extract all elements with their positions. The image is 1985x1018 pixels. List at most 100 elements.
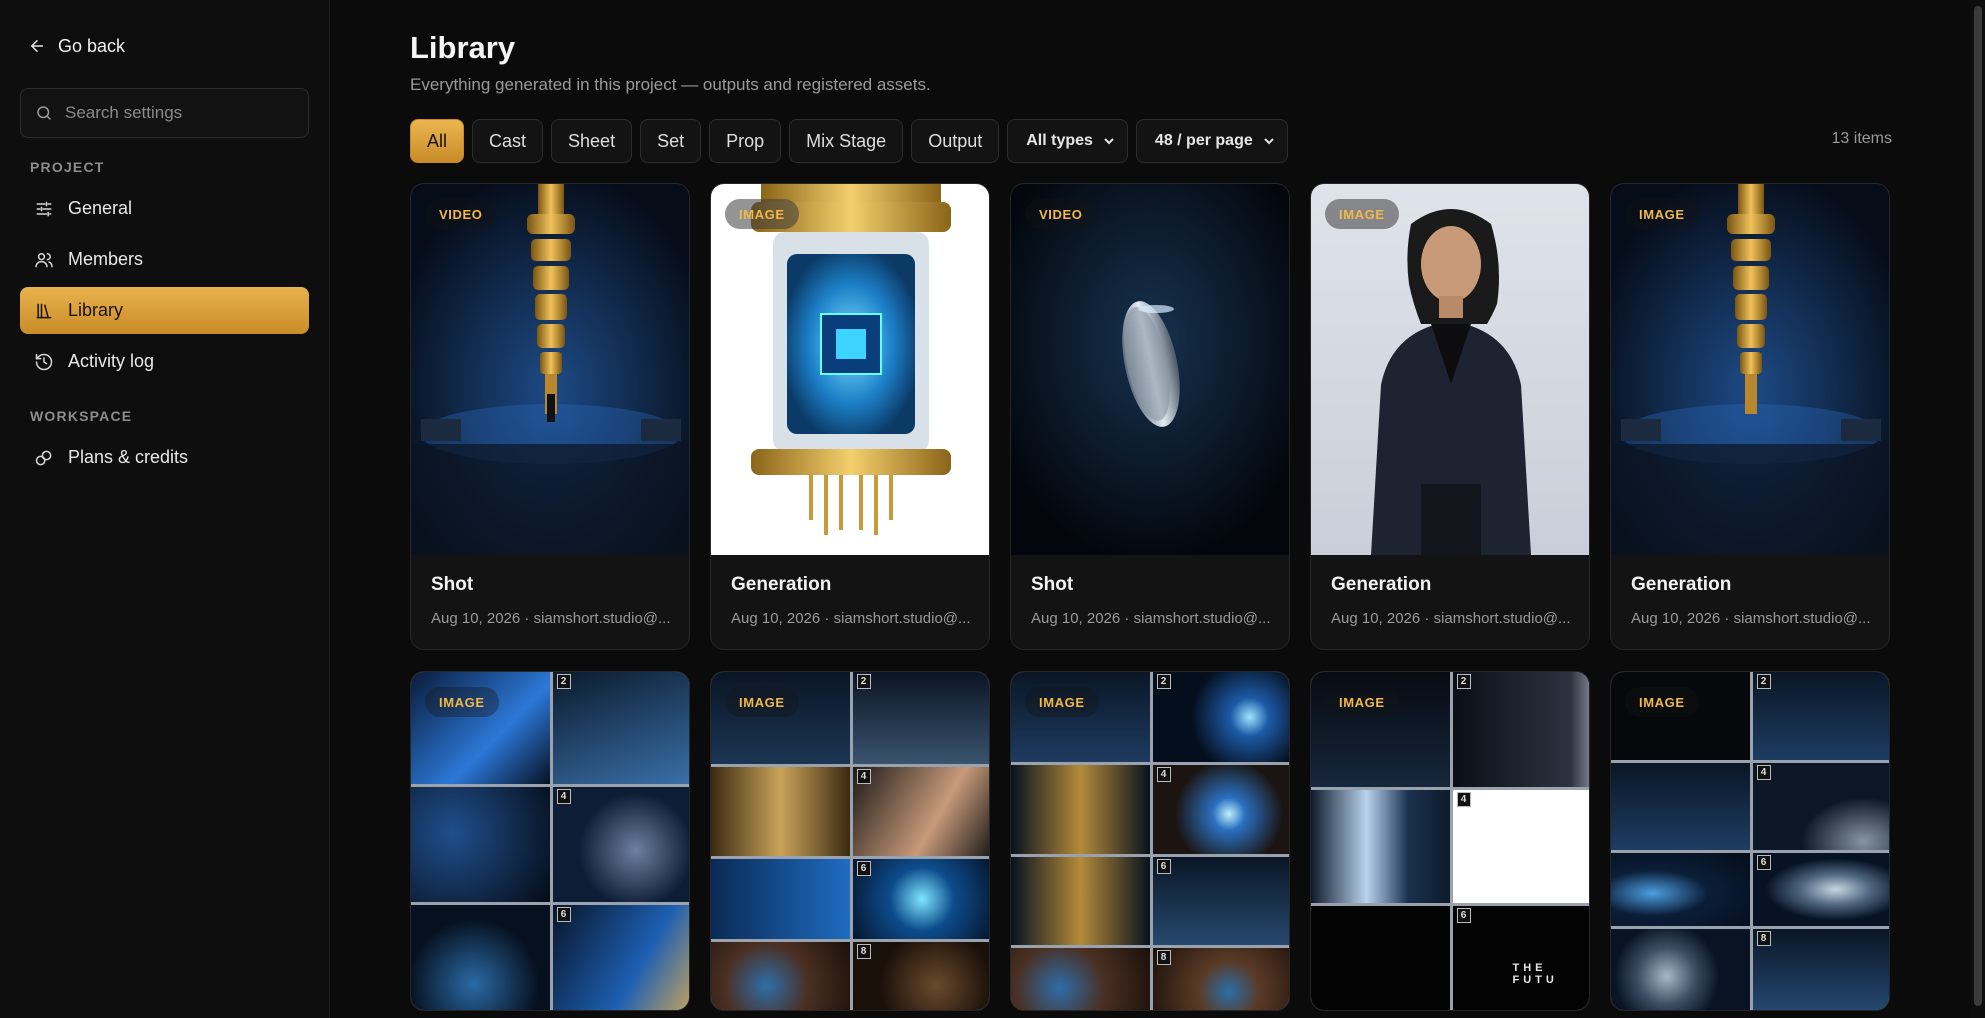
library-card[interactable]: 2 4 6 8 IMAGE <box>1610 671 1890 1011</box>
card-title: Generation <box>1331 574 1432 595</box>
storyboard-frame: 6 <box>1752 853 1889 926</box>
sidebar-item-library[interactable]: Library <box>20 287 309 334</box>
frame-number: 6 <box>556 907 571 922</box>
app-root: Go back PROJECT General Members Library … <box>0 0 1985 1018</box>
storyboard-frame: 4 <box>552 787 689 902</box>
frame-number: 6 <box>1756 855 1771 870</box>
storyboard-frame: 2 <box>1752 672 1889 760</box>
library-icon <box>36 303 52 318</box>
page-scrollbar[interactable] <box>1971 0 1985 1018</box>
sidebar-item-label: Activity log <box>68 351 155 371</box>
frame-number: 8 <box>1756 931 1771 946</box>
storyboard-mosaic: 2 4 6 THE FUTU <box>1311 672 1589 1010</box>
frame-number: 2 <box>1456 674 1471 689</box>
library-card[interactable]: 2 4 6 IMAGE <box>410 671 690 1011</box>
storyboard-frame <box>1011 948 1150 1010</box>
sidebar-item-activity-log[interactable]: Activity log <box>20 338 309 385</box>
library-card[interactable]: 2 4 6 8 IMAGE <box>710 671 990 1011</box>
storyboard-frame: 6 THE FUTU <box>1452 906 1589 1010</box>
sidebar-item-members[interactable]: Members <box>20 236 309 283</box>
frame-number: 8 <box>856 944 871 959</box>
sliders-icon <box>36 201 52 216</box>
storyboard-frame <box>1311 790 1450 903</box>
filter-sheet[interactable]: Sheet <box>551 119 633 163</box>
media-type-badge: IMAGE <box>1325 199 1399 229</box>
sidebar-item-plans-credits[interactable]: Plans & credits <box>20 434 309 481</box>
filter-set[interactable]: Set <box>640 119 702 163</box>
chevron-down-icon <box>1264 138 1274 145</box>
go-back-link[interactable]: Go back <box>28 32 125 60</box>
filter-prop[interactable]: Prop <box>709 119 782 163</box>
card-title: Generation <box>1631 574 1732 595</box>
card-thumbnail <box>1011 184 1289 555</box>
frame-number: 6 <box>1456 908 1471 923</box>
storyboard-frame: 6 <box>552 905 689 1010</box>
filter-all[interactable]: All <box>410 119 465 163</box>
library-card[interactable]: IMAGE Generation Aug 10, 2026 · siamshor… <box>710 183 990 650</box>
library-grid: VIDEO Shot Aug 10, 2026 · siamshort.stud… <box>410 183 1892 1018</box>
per-page-select[interactable]: 48 / per page <box>1135 119 1288 163</box>
frame-caption: THE FUTU <box>1512 962 1558 986</box>
search-input[interactable] <box>65 103 294 123</box>
storyboard-mosaic: 2 4 6 8 <box>711 672 989 1010</box>
storyboard-frame: 4 <box>852 767 989 856</box>
filter-output[interactable]: Output <box>911 119 1000 163</box>
frame-number: 6 <box>1156 859 1171 874</box>
card-meta: Aug 10, 2026 · siamshort.studio@... <box>1031 610 1271 627</box>
storyboard-mosaic: 2 4 6 8 <box>1611 672 1889 1010</box>
sidebar-item-general[interactable]: General <box>20 185 309 232</box>
storyboard-frame <box>411 905 550 1010</box>
library-card[interactable]: 2 4 6 THE FUTU IMAGE <box>1310 671 1590 1011</box>
search-settings[interactable] <box>20 88 309 138</box>
library-card[interactable]: VIDEO Shot Aug 10, 2026 · siamshort.stud… <box>410 183 690 650</box>
frame-number: 4 <box>1756 765 1771 780</box>
scrollbar-thumb[interactable] <box>1974 6 1982 1006</box>
per-page-select-value: 48 / per page <box>1154 132 1253 149</box>
filter-cast[interactable]: Cast <box>472 119 544 163</box>
card-meta: Aug 10, 2026 · siamshort.studio@... <box>731 610 971 627</box>
library-card[interactable]: VIDEO Shot Aug 10, 2026 · siamshort.stud… <box>1010 183 1290 650</box>
section-label-project: PROJECT <box>30 159 105 175</box>
users-icon <box>35 252 53 267</box>
sidebar-item-label: Members <box>68 249 144 269</box>
storyboard-frame <box>1011 765 1150 854</box>
library-card[interactable]: IMAGE Generation Aug 10, 2026 · siamshor… <box>1610 183 1890 650</box>
type-select-value: All types <box>1026 132 1093 149</box>
card-title: Generation <box>731 574 832 595</box>
card-title: Shot <box>431 574 474 595</box>
storyboard-frame <box>1611 853 1750 926</box>
type-select[interactable]: All types <box>1007 119 1128 163</box>
coin-image <box>1011 184 1289 555</box>
frame-number: 4 <box>856 769 871 784</box>
filter-bar: All Cast Sheet Set Prop Mix Stage Output… <box>410 119 1288 163</box>
media-type-badge: IMAGE <box>1325 687 1399 717</box>
storyboard-frame: 2 <box>552 672 689 784</box>
coins-icon <box>35 450 52 465</box>
storyboard-frame: 4 <box>1152 765 1289 854</box>
frame-number: 4 <box>1456 792 1471 807</box>
quantum-chip-image <box>711 184 989 555</box>
settings-sidebar: Go back PROJECT General Members Library … <box>0 0 330 1018</box>
sidebar-item-label: Library <box>68 300 124 320</box>
storyboard-frame: 8 <box>1152 948 1289 1010</box>
media-type-badge: IMAGE <box>725 687 799 717</box>
frame-number: 2 <box>856 674 871 689</box>
card-meta: Aug 10, 2026 · siamshort.studio@... <box>1331 610 1571 627</box>
storyboard-mosaic: 2 4 6 <box>411 672 689 1010</box>
library-card[interactable]: 2 4 6 8 IMAGE <box>1010 671 1290 1011</box>
storyboard-frame <box>1611 763 1750 850</box>
media-type-badge: VIDEO <box>425 199 497 229</box>
card-meta: Aug 10, 2026 · siamshort.studio@... <box>1631 610 1871 627</box>
card-thumbnail <box>411 184 689 555</box>
filter-mix-stage[interactable]: Mix Stage <box>789 119 904 163</box>
library-card[interactable]: IMAGE Generation Aug 10, 2026 · siamshor… <box>1310 183 1590 650</box>
item-count: 13 items <box>1831 130 1892 147</box>
media-type-badge: IMAGE <box>1025 687 1099 717</box>
frame-number: 2 <box>1156 674 1171 689</box>
storyboard-frame <box>711 942 850 1010</box>
history-icon <box>35 353 53 370</box>
storyboard-frame: 8 <box>852 942 989 1010</box>
media-type-badge: IMAGE <box>725 199 799 229</box>
search-icon <box>37 106 51 120</box>
storyboard-frame: 4 <box>1752 763 1889 850</box>
